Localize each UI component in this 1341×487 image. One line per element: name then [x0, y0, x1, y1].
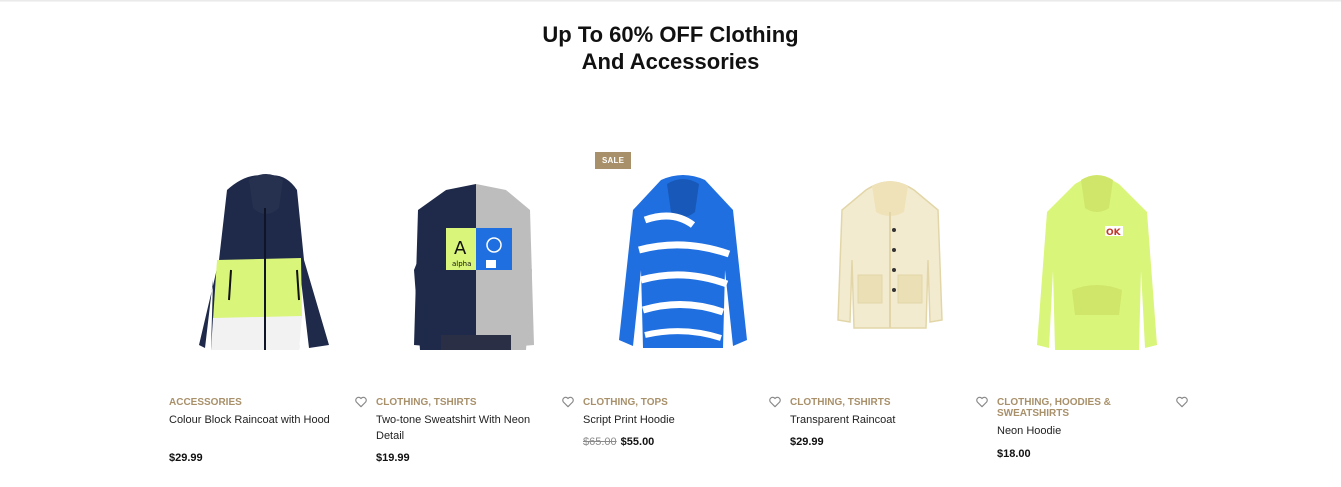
- product-title[interactable]: Script Print Hoodie: [583, 412, 753, 428]
- section-title-line-1: Up To 60% OFF Clothing: [542, 22, 799, 47]
- product-card-transparent-raincoat[interactable]: CLOTHING, TSHIRTS Transparent Raincoat $…: [790, 150, 990, 480]
- current-price: $29.99: [169, 452, 203, 464]
- product-image[interactable]: [583, 150, 783, 375]
- top-divider: [0, 0, 1341, 2]
- product-categories[interactable]: ACCESSORIES: [169, 397, 329, 408]
- old-price: $65.00: [583, 436, 617, 448]
- product-card-neon-hoodie[interactable]: OK CLOTHING, HOODIES & SWEATSHIRTS Neon …: [997, 150, 1197, 480]
- product-title[interactable]: Two-tone Sweatshirt With Neon Detail: [376, 412, 546, 444]
- product-title[interactable]: Neon Hoodie: [997, 423, 1167, 439]
- current-price: $18.00: [997, 448, 1031, 460]
- product-image[interactable]: [169, 150, 369, 375]
- print-word: alpha: [452, 260, 471, 268]
- product-image[interactable]: OK: [997, 150, 1197, 375]
- product-title[interactable]: Colour Block Raincoat with Hood: [169, 412, 339, 428]
- current-price: $19.99: [376, 452, 410, 464]
- heart-outline-icon[interactable]: [768, 395, 782, 409]
- heart-outline-icon[interactable]: [1175, 395, 1189, 409]
- section-title: Up To 60% OFF Clothing And Accessories: [0, 21, 1341, 75]
- product-card-script-print-hoodie[interactable]: SALE CLOTHING, TOPS Script Print Hoodie …: [583, 150, 783, 480]
- product-price: $29.99: [790, 436, 824, 448]
- product-price: $29.99: [169, 452, 203, 464]
- product-price: $19.99: [376, 452, 410, 464]
- heart-outline-icon[interactable]: [561, 395, 575, 409]
- section-title-line-2: And Accessories: [581, 49, 760, 74]
- product-price: $65.00 $55.00: [583, 436, 654, 448]
- heart-outline-icon[interactable]: [354, 395, 368, 409]
- product-title[interactable]: Transparent Raincoat: [790, 412, 960, 428]
- product-grid: ACCESSORIES Colour Block Raincoat with H…: [169, 150, 1189, 480]
- product-card-two-tone-sweatshirt[interactable]: A alpha CLOTHING, TSHIRTS Two-tone Sweat…: [376, 150, 576, 480]
- current-price: $29.99: [790, 436, 824, 448]
- product-image[interactable]: [790, 150, 990, 375]
- product-card-colour-block-raincoat[interactable]: ACCESSORIES Colour Block Raincoat with H…: [169, 150, 369, 480]
- current-price: $55.00: [620, 436, 655, 448]
- product-image[interactable]: A alpha: [376, 150, 576, 375]
- product-categories[interactable]: CLOTHING, TOPS: [583, 397, 743, 408]
- product-price: $18.00: [997, 448, 1031, 460]
- product-categories[interactable]: CLOTHING, HOODIES & SWEATSHIRTS: [997, 397, 1157, 419]
- sale-badge: SALE: [595, 152, 632, 169]
- heart-outline-icon[interactable]: [975, 395, 989, 409]
- product-categories[interactable]: CLOTHING, TSHIRTS: [376, 397, 536, 408]
- print-text: OK: [1106, 228, 1122, 238]
- print-letter: A: [454, 238, 467, 259]
- product-categories[interactable]: CLOTHING, TSHIRTS: [790, 397, 950, 408]
